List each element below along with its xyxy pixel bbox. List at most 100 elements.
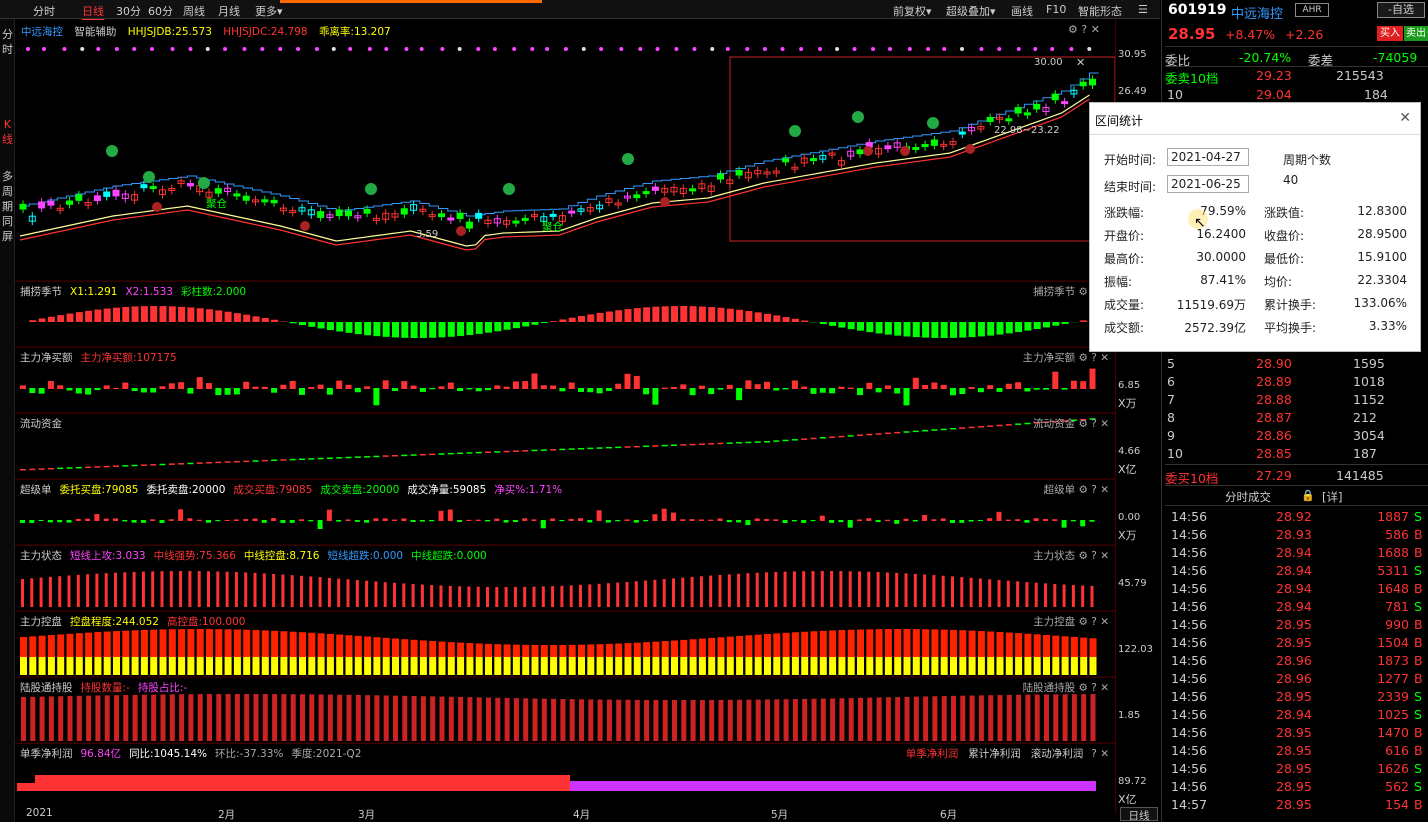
signal-dot (581, 47, 586, 51)
tab-more[interactable]: 更多▾ (255, 3, 283, 19)
help-icon[interactable]: ? (1091, 484, 1097, 496)
left-tab-shi[interactable]: 时 (0, 42, 15, 57)
signal-dot (1016, 47, 1021, 51)
end-date-input[interactable]: 2021-06-25 (1167, 175, 1249, 193)
ahr-badge[interactable]: AHR (1295, 3, 1329, 17)
candle-body (363, 209, 371, 214)
close-icon[interactable]: ✕ (1100, 616, 1109, 628)
left-tab-duo[interactable]: 多 (0, 169, 15, 184)
tab-monthly[interactable]: 月线 (218, 3, 240, 19)
settings-icon[interactable]: ⚙ (1079, 418, 1088, 430)
trade-time: 14:56 (1171, 689, 1208, 704)
left-tab-xian[interactable]: 线 (0, 132, 15, 147)
help-icon[interactable]: ? (1091, 550, 1097, 562)
help-icon[interactable]: ? (1091, 418, 1097, 430)
assist-label[interactable]: 智能辅助 (74, 26, 116, 38)
help-icon[interactable]: ? (1091, 616, 1097, 628)
trade-volume: 2339 (1377, 689, 1409, 704)
close-icon[interactable]: ✕ (1100, 418, 1109, 430)
overlay-menu[interactable]: 超级叠加▾ (946, 3, 996, 19)
settings-icon[interactable]: ⚙ (1079, 286, 1088, 298)
candle-body (447, 217, 455, 221)
close-icon[interactable]: ✕ (1091, 23, 1100, 36)
close-icon[interactable]: ✕ (1100, 484, 1109, 496)
close-icon[interactable]: ✕ (1100, 550, 1109, 562)
close-icon[interactable]: ✕ (1100, 748, 1109, 760)
tab-fenshi[interactable]: 分时 (33, 3, 55, 19)
tab-60min[interactable]: 60分 (148, 3, 173, 19)
settings-icon[interactable]: ⚙ (1079, 550, 1088, 562)
candle-body (1014, 107, 1022, 114)
signal-dot (80, 47, 85, 51)
settings-icon[interactable]: ⚙ (1079, 682, 1088, 694)
smart-pattern-button[interactable]: 智能形态 (1078, 3, 1122, 19)
tab-weekly[interactable]: 周线 (183, 3, 205, 19)
buy-level-row: 10 28.85 187 (1165, 445, 1428, 463)
signal-dot (638, 47, 643, 51)
candle-body (1079, 81, 1087, 87)
candle-body (475, 212, 483, 219)
lock-icon[interactable]: 🔒 (1301, 489, 1315, 502)
left-tab-tong[interactable]: 同 (0, 214, 15, 229)
panel-value: 同比:1045.14% (129, 748, 207, 760)
sell-button[interactable]: 卖出 (1404, 26, 1428, 41)
trade-time: 14:56 (1171, 635, 1208, 650)
panel-axis-value: 45.79 (1118, 578, 1147, 589)
adjust-menu[interactable]: 前复权▾ (893, 3, 932, 19)
tab-cumulative-profit[interactable]: 累计净利润 (968, 748, 1021, 760)
signal-dot (260, 47, 265, 51)
help-icon[interactable]: ? (1091, 682, 1097, 694)
left-tab-k[interactable]: K (0, 117, 15, 132)
trade-price: 28.94 (1276, 707, 1312, 722)
jucang-label-1: 聚仓 (206, 198, 227, 210)
signal-dot (887, 47, 892, 51)
buy-button[interactable]: 买入 (1377, 26, 1403, 41)
buy-level-row: 8 28.87 212 (1165, 409, 1428, 427)
panel-axis-value: 0.00 (1118, 512, 1141, 523)
tab-quarter-profit[interactable]: 单季净利润 (906, 748, 959, 760)
signal-dot (942, 47, 947, 51)
stat-label: 均价: (1264, 275, 1293, 289)
panel-axis-value: 89.72 (1118, 776, 1147, 787)
left-tab-fen[interactable]: 分 (0, 27, 15, 42)
signal-dot (296, 47, 301, 51)
help-icon[interactable]: ? (1091, 352, 1097, 364)
signal-s-marker (198, 177, 210, 189)
trades-detail-link[interactable]: [详] (1322, 489, 1342, 505)
left-tab-zhou[interactable]: 周 (0, 184, 15, 199)
settings-icon[interactable]: ⚙ (1079, 616, 1088, 628)
f10-button[interactable]: F10 (1046, 3, 1066, 16)
close-icon[interactable]: ✕ (1100, 682, 1109, 694)
trade-time: 14:56 (1171, 563, 1208, 578)
panel-right-title: 流动资金 (1033, 418, 1076, 430)
close-icon[interactable]: ✕ (1100, 352, 1109, 364)
add-watchlist-button[interactable]: -自选 (1377, 2, 1425, 18)
trade-side: B (1414, 653, 1423, 668)
candle-body (642, 191, 650, 195)
level-number: 10 (1167, 87, 1183, 102)
settings-icon[interactable]: ⚙ (1068, 23, 1078, 36)
tab-daily[interactable]: 日线 (82, 3, 104, 20)
dialog-close-icon[interactable]: ✕ (1399, 110, 1411, 126)
panel-value: X1:1.291 (70, 286, 118, 298)
trade-time: 14:56 (1171, 779, 1208, 794)
settings-icon[interactable]: ⚙ (1079, 352, 1088, 364)
start-date-input[interactable]: 2021-04-27 (1167, 148, 1249, 166)
period-label[interactable]: 日线 (1120, 807, 1158, 822)
candle-body (233, 193, 241, 197)
period-count-value: 40 (1283, 173, 1299, 187)
draw-button[interactable]: 画线 (1011, 3, 1033, 19)
signal-dot (404, 47, 409, 51)
help-icon[interactable]: ? (1091, 748, 1097, 760)
menu-icon[interactable]: ☰ (1138, 3, 1148, 16)
selection-close-icon[interactable]: ✕ (1076, 56, 1085, 69)
settings-icon[interactable]: ⚙ (1079, 484, 1088, 496)
marker-range: 22.98~23.22 (994, 125, 1060, 136)
left-tab-qi[interactable]: 期 (0, 199, 15, 214)
tab-rolling-profit[interactable]: 滚动净利润 (1031, 748, 1084, 760)
trade-time: 14:56 (1171, 581, 1208, 596)
tab-30min[interactable]: 30分 (116, 3, 141, 19)
left-tab-ping[interactable]: 屏 (0, 229, 15, 244)
panel-state: 主力状态 短线上攻:3.033 中线强势:75.366 中线控盘:8.716 短线超跌:… (15, 545, 1115, 611)
help-icon[interactable]: ? (1081, 23, 1087, 36)
